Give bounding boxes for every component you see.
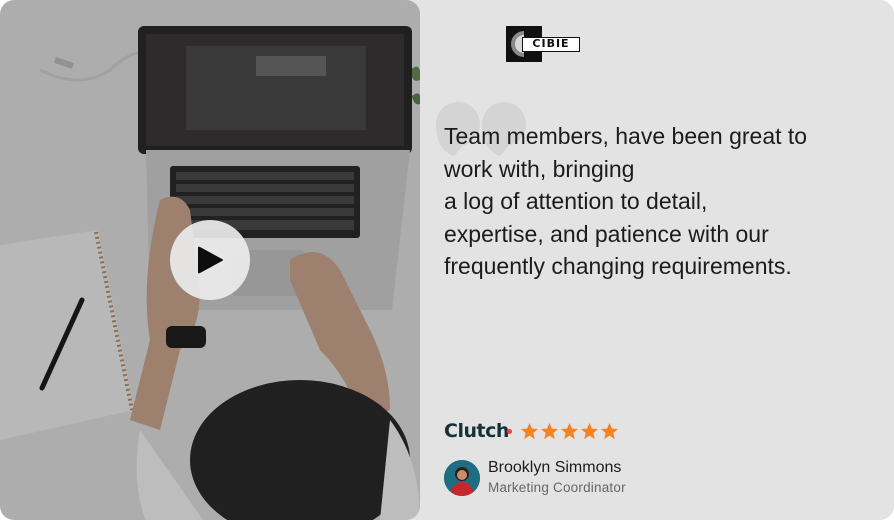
play-icon (198, 246, 223, 274)
reviewer-name: Brooklyn Simmons (488, 459, 622, 476)
star-icon (520, 422, 538, 439)
video-thumbnail[interactable] (0, 0, 420, 520)
play-button[interactable] (170, 220, 250, 300)
testimonial-quote: Team members, have been great to work wi… (444, 120, 874, 283)
star-icon (560, 422, 578, 439)
star-icon (540, 422, 558, 439)
quote-line: Team members, have been great to (444, 123, 808, 149)
star-icon (580, 422, 598, 439)
reviewer-role: Marketing Coordinator (488, 480, 626, 495)
quote-line: work with, bringing (444, 155, 635, 182)
avatar (444, 459, 480, 496)
company-logo-text: CIBIE (522, 37, 580, 52)
quote-line: a log of attention to detail, (444, 188, 708, 214)
clutch-logo-dot (506, 428, 512, 434)
testimonial-card: CIBIE Team members, have been great to w… (0, 0, 894, 520)
rating-row: Clutch (444, 418, 619, 444)
quote-line: expertise, and patience with our (444, 220, 769, 247)
clutch-logo: Clutch (444, 420, 509, 442)
quote-line: frequently changing requirements. (444, 253, 792, 279)
star-rating (520, 422, 619, 441)
star-icon (600, 422, 618, 439)
reviewer: Brooklyn Simmons Marketing Coordinator (444, 458, 626, 497)
